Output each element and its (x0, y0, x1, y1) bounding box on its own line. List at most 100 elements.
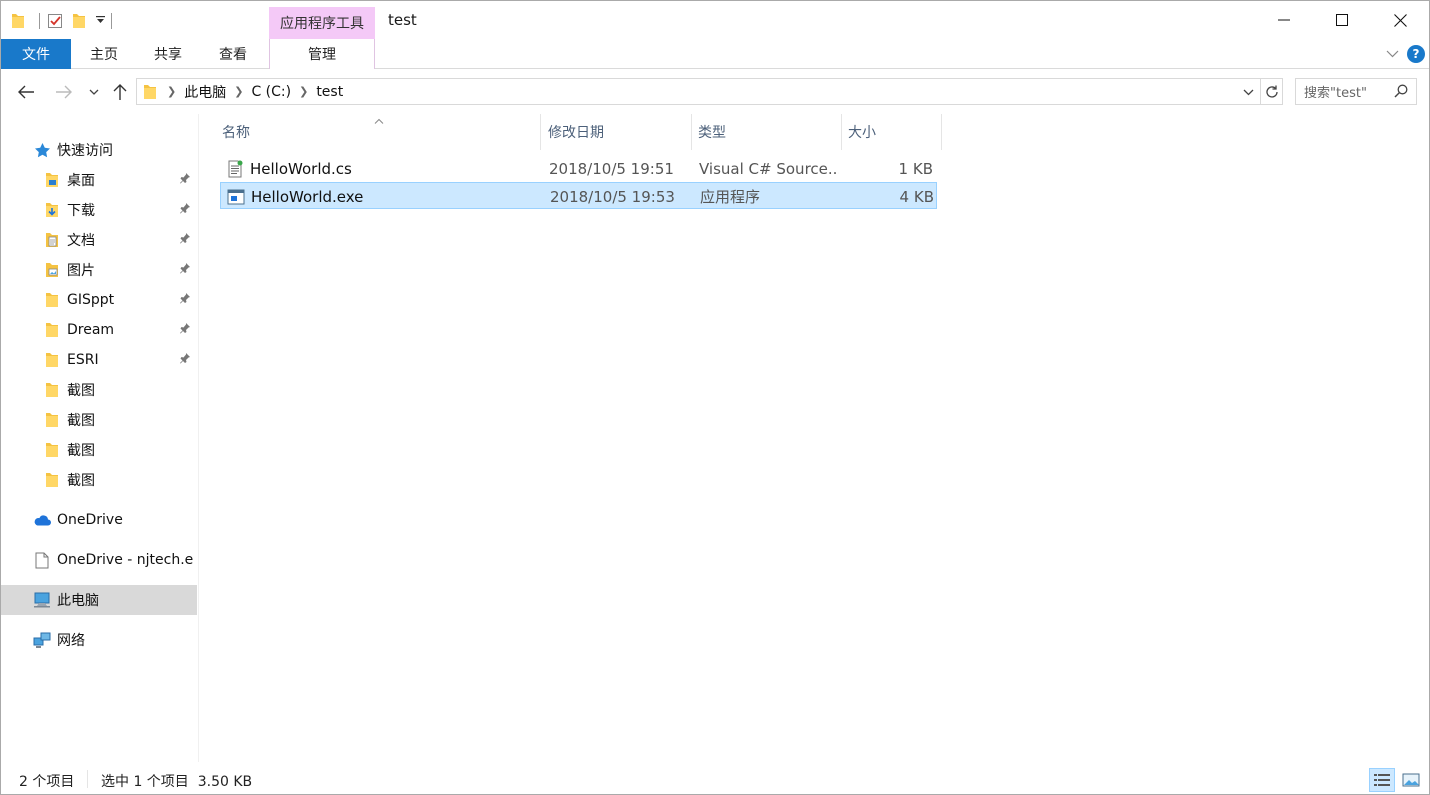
tab-file[interactable]: 文件 (1, 39, 71, 69)
forward-button[interactable] (51, 80, 77, 104)
up-button[interactable] (109, 80, 131, 104)
address-history-dropdown[interactable] (1238, 81, 1258, 103)
folder-icon (43, 291, 61, 309)
nav-item-quick-access[interactable]: 下载 (1, 195, 197, 225)
customize-dropdown-icon[interactable] (96, 15, 105, 27)
star-icon (33, 141, 51, 159)
nav-label: 截图 (67, 443, 95, 459)
nav-item-quick-access[interactable]: ESRI (1, 345, 197, 375)
nav-network[interactable]: 网络 (1, 625, 197, 655)
file-name: HelloWorld.cs (250, 159, 352, 178)
back-arrow-icon (18, 85, 34, 99)
forward-arrow-icon (56, 85, 72, 99)
file-name-cell[interactable]: HelloWorld.exe (227, 183, 537, 210)
nav-item-quick-access[interactable]: 截图 (1, 465, 197, 495)
nav-label: 网络 (57, 633, 85, 649)
breadcrumb-this-pc[interactable]: 此电脑 (180, 82, 230, 102)
pin-icon[interactable] (179, 352, 191, 368)
context-tab-group-label: 应用程序工具 (269, 7, 375, 39)
folder-icon (43, 471, 61, 489)
refresh-icon (1265, 85, 1278, 98)
file-row[interactable]: HelloWorld.cs 2018/10/5 19:51 Visual C# So… (220, 155, 937, 182)
search-icon[interactable] (1394, 84, 1408, 102)
breadcrumb-separator[interactable]: ❯ (163, 85, 180, 98)
column-header-size[interactable]: 大小 (842, 114, 942, 150)
breadcrumb-c-drive[interactable]: C (C:) (247, 84, 295, 100)
nav-label: 此电脑 (57, 593, 99, 609)
item-count: 2 个项目 (19, 774, 75, 790)
pin-icon[interactable] (179, 202, 191, 218)
file-row[interactable]: HelloWorld.exe 2018/10/5 19:53 应用程序 4 KB (220, 182, 937, 209)
nav-item-quick-access[interactable]: 桌面 (1, 165, 197, 195)
navigation-pane: 快速访问 桌面 下载 文档 图片 GISppt Dream ESRI 截图 截图 截图 截图 One… (1, 114, 199, 762)
nav-quick-access[interactable]: 快速访问 (1, 135, 197, 165)
folder-icon (43, 351, 61, 369)
new-folder-icon[interactable] (70, 11, 88, 31)
folder-icon[interactable] (9, 11, 27, 31)
tab-manage[interactable]: 管理 (269, 39, 375, 69)
breadcrumb-test[interactable]: test (312, 84, 347, 100)
nav-onedrive-org[interactable]: OneDrive - njtech.e (1, 545, 197, 575)
document-icon (33, 551, 51, 569)
file-name-cell[interactable]: HelloWorld.cs (226, 155, 536, 182)
file-date: 2018/10/5 19:53 (550, 187, 675, 206)
file-size: 1 KB (898, 159, 933, 178)
pin-icon[interactable] (179, 172, 191, 188)
tab-share[interactable]: 共享 (137, 39, 199, 69)
file-name: HelloWorld.exe (251, 187, 364, 206)
maximize-button[interactable] (1313, 1, 1371, 39)
close-button[interactable] (1371, 1, 1429, 39)
pin-icon[interactable] (179, 322, 191, 338)
nav-item-quick-access[interactable]: 图片 (1, 255, 197, 285)
desktop-folder-icon (43, 171, 61, 189)
pin-icon[interactable] (179, 262, 191, 278)
nav-item-quick-access[interactable]: 截图 (1, 375, 197, 405)
explorer-window: 应用程序工具 test 文件 主页 共享 查看 管理 ? ❯ 此电脑 ❯ C (… (0, 0, 1430, 795)
nav-label: 下载 (67, 203, 95, 219)
folder-icon (43, 411, 61, 429)
minimize-icon (1278, 19, 1290, 21)
selection-info: 选中 1 个项目 3.50 KB (101, 774, 253, 790)
nav-item-quick-access[interactable]: 截图 (1, 405, 197, 435)
column-header-date[interactable]: 修改日期 (542, 114, 692, 150)
breadcrumb-separator[interactable]: ❯ (230, 85, 247, 98)
nav-label: 截图 (67, 473, 95, 489)
tab-view[interactable]: 查看 (201, 39, 265, 69)
details-view-button[interactable] (1369, 768, 1395, 792)
pin-icon[interactable] (179, 292, 191, 308)
refresh-button[interactable] (1261, 78, 1283, 105)
large-icons-view-button[interactable] (1398, 768, 1424, 792)
ribbon-right-controls: ? (1386, 43, 1425, 65)
network-icon (33, 631, 51, 649)
nav-this-pc[interactable]: 此电脑 (1, 585, 197, 615)
nav-onedrive[interactable]: OneDrive (1, 505, 197, 535)
expand-ribbon-icon[interactable] (1386, 46, 1399, 62)
address-bar[interactable]: ❯ 此电脑 ❯ C (C:) ❯ test (136, 78, 1261, 105)
column-header-type[interactable]: 类型 (692, 114, 842, 150)
help-icon[interactable]: ? (1407, 45, 1425, 63)
folder-icon (43, 381, 61, 399)
pictures-folder-icon (43, 261, 61, 279)
download-folder-icon (43, 201, 61, 219)
search-box[interactable]: 搜索"test" (1295, 78, 1417, 105)
folder-icon (43, 321, 61, 339)
window-title: test (388, 11, 417, 29)
nav-item-quick-access[interactable]: 截图 (1, 435, 197, 465)
toolbar-separator (39, 13, 40, 29)
toolbar-separator (111, 13, 112, 29)
properties-icon[interactable] (46, 11, 64, 31)
nav-item-quick-access[interactable]: 文档 (1, 225, 197, 255)
file-size: 4 KB (899, 187, 934, 206)
nav-item-quick-access[interactable]: Dream (1, 315, 197, 345)
file-list-view: 名称 修改日期 类型 大小 HelloWorld.cs 2018/10/5 19:… (200, 114, 1429, 762)
details-view-icon (1374, 774, 1390, 786)
nav-label: GISppt (67, 292, 115, 308)
recent-locations-button[interactable] (85, 80, 103, 104)
breadcrumb-separator[interactable]: ❯ (295, 85, 312, 98)
nav-item-quick-access[interactable]: GISppt (1, 285, 197, 315)
tab-home[interactable]: 主页 (73, 39, 135, 69)
minimize-button[interactable] (1255, 1, 1313, 39)
back-button[interactable] (13, 80, 39, 104)
search-placeholder: 搜索"test" (1304, 86, 1367, 101)
pin-icon[interactable] (179, 232, 191, 248)
